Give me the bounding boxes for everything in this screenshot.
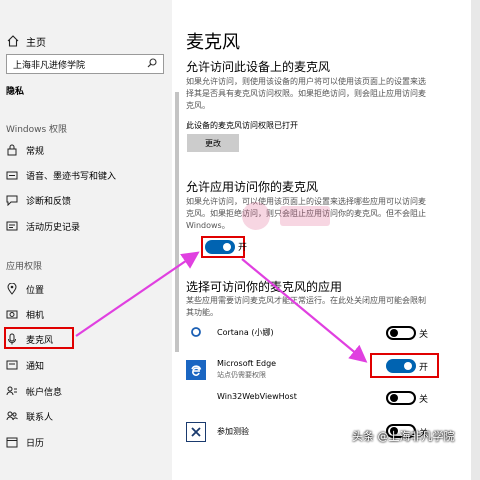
arrow-to-edge bbox=[241, 258, 368, 363]
corner-watermark: 头条 @上海非凡学院 bbox=[352, 430, 455, 443]
annotation-arrows bbox=[75, 251, 368, 363]
arrow-to-toggle bbox=[75, 251, 200, 337]
